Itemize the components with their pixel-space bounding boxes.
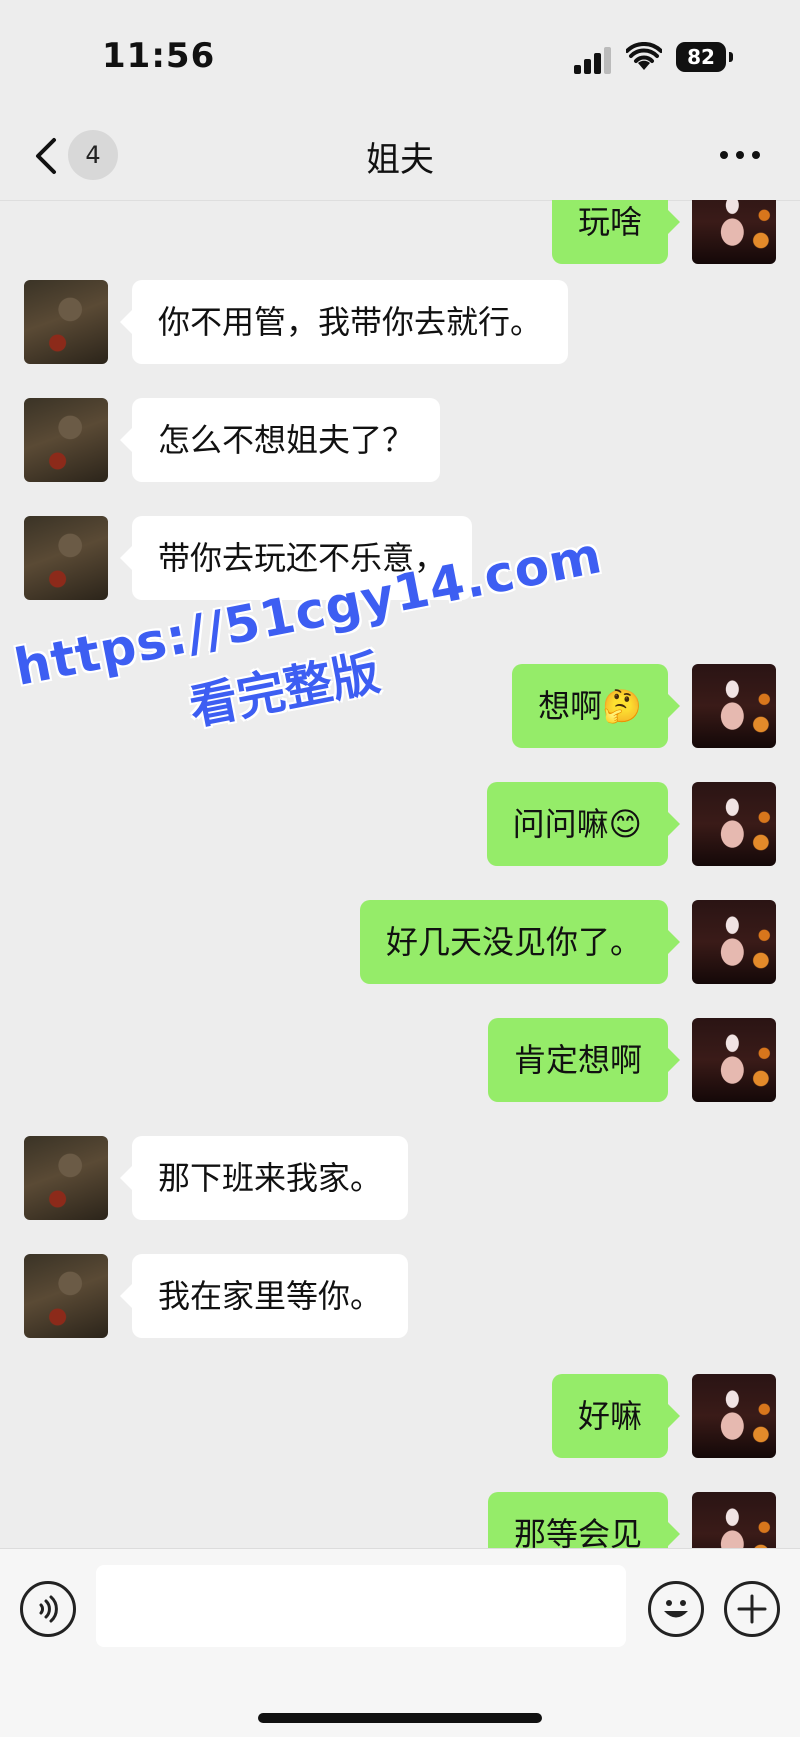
cellular-signal-icon — [574, 46, 612, 74]
contact-avatar[interactable] — [24, 1254, 108, 1338]
message-bubble-incoming[interactable]: 怎么不想姐夫了？ — [119, 398, 441, 482]
home-indicator — [258, 1713, 542, 1723]
self-avatar[interactable] — [692, 1492, 776, 1548]
self-avatar[interactable] — [692, 1374, 776, 1458]
chat-title: 姐夫 — [366, 140, 434, 180]
chat-message-list[interactable]: 玩啥 你不用管，我带你去就行。 怎么不想姐夫了？ 带你去玩还不乐意， 想啊🤔 问… — [0, 200, 800, 1548]
contact-avatar[interactable] — [24, 280, 108, 364]
battery-tip — [729, 52, 733, 62]
message-bubble-outgoing[interactable]: 好嘛 — [551, 1374, 681, 1458]
message-bubble-outgoing[interactable]: 玩啥 — [551, 200, 681, 264]
message-bubble-outgoing[interactable]: 那等会见 — [487, 1492, 681, 1548]
message-bubble-incoming[interactable]: 你不用管，我带你去就行。 — [119, 280, 569, 364]
wifi-icon — [626, 42, 662, 70]
voice-input-icon[interactable] — [20, 1581, 76, 1637]
emoji-icon[interactable] — [648, 1581, 704, 1637]
more-options-icon[interactable] — [718, 140, 762, 170]
contact-avatar[interactable] — [24, 516, 108, 600]
self-avatar[interactable] — [692, 200, 776, 264]
self-avatar[interactable] — [692, 1018, 776, 1102]
self-avatar[interactable] — [692, 664, 776, 748]
message-bubble-outgoing[interactable]: 想啊🤔 — [512, 664, 680, 748]
message-text-input[interactable] — [96, 1565, 626, 1647]
message-bubble-outgoing[interactable]: 肯定想啊 — [487, 1018, 681, 1102]
message-bubble-incoming[interactable]: 我在家里等你。 — [119, 1254, 409, 1338]
message-bubble-outgoing[interactable]: 问问嘛😊 — [486, 782, 681, 866]
plus-icon[interactable] — [724, 1581, 780, 1637]
message-bubble-outgoing[interactable]: 好几天没见你了。 — [359, 900, 681, 984]
contact-avatar[interactable] — [24, 398, 108, 482]
self-avatar[interactable] — [692, 900, 776, 984]
status-time: 11:56 — [102, 36, 216, 76]
self-avatar[interactable] — [692, 782, 776, 866]
battery-icon: 82 — [676, 42, 726, 72]
chat-header: 4 姐夫 — [0, 110, 800, 201]
message-input-bar — [0, 1548, 800, 1737]
message-bubble-incoming[interactable]: 那下班来我家。 — [119, 1136, 409, 1220]
contact-avatar[interactable] — [24, 1136, 108, 1220]
status-bar: 11:56 82 — [0, 0, 800, 110]
